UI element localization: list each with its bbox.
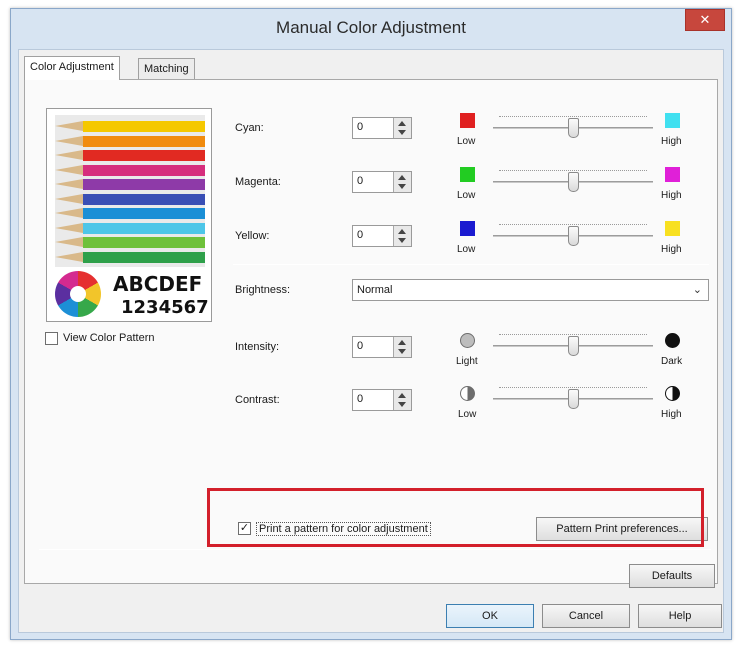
defaults-button[interactable]: Defaults (629, 564, 715, 588)
pencil (55, 135, 205, 147)
intensity-slider-thumb[interactable] (568, 336, 579, 356)
yellow-spin-arrows[interactable] (393, 226, 411, 246)
cyan-low-label: Low (457, 136, 476, 147)
pencils-illustration (55, 115, 205, 267)
contrast-high-icon (665, 386, 680, 401)
intensity-spinbox[interactable]: 0 (352, 336, 412, 358)
cyan-high-label: High (661, 136, 682, 147)
section-separator (233, 264, 709, 265)
help-button[interactable]: Help (638, 604, 722, 628)
contrast-spinbox[interactable]: 0 (352, 389, 412, 411)
chevron-down-icon: ⌄ (692, 284, 702, 296)
yellow-high-label: High (661, 244, 682, 255)
intensity-spin-arrows[interactable] (393, 337, 411, 357)
pencil (55, 193, 205, 205)
yellow-spinbox[interactable]: 0 (352, 225, 412, 247)
dark-circle-icon (665, 333, 680, 348)
cancel-button[interactable]: Cancel (542, 604, 630, 628)
bottom-separator (39, 549, 711, 550)
view-color-pattern-checkbox[interactable] (45, 332, 58, 345)
contrast-high-label: High (661, 409, 682, 420)
highlight-annotation-box (207, 488, 704, 547)
brightness-label: Brightness: (235, 284, 291, 296)
pencil (55, 251, 205, 263)
contrast-low-icon (460, 386, 475, 401)
light-circle-icon (460, 333, 475, 348)
intensity-value: 0 (357, 340, 364, 352)
pencil (55, 164, 205, 176)
blue-swatch-icon (460, 221, 475, 236)
tab-matching[interactable]: Matching (138, 58, 195, 80)
title-bar[interactable]: Manual Color Adjustment ✕ (11, 9, 731, 49)
cyan-slider-thumb[interactable] (568, 118, 579, 138)
view-color-pattern-label: View Color Pattern (63, 332, 155, 344)
pencil (55, 179, 205, 190)
magenta-high-label: High (661, 190, 682, 201)
pencil (55, 121, 205, 132)
intensity-high-label: Dark (661, 356, 683, 367)
magenta-spinbox[interactable]: 0 (352, 171, 412, 193)
color-preview-image: ABCDEF 1234567 (46, 108, 212, 322)
magenta-swatch-icon (665, 167, 680, 182)
dialog-title: Manual Color Adjustment (276, 18, 466, 37)
yellow-label: Yellow: (235, 230, 270, 242)
tab-color-adjustment[interactable]: Color Adjustment (24, 56, 120, 80)
red-swatch-icon (460, 113, 475, 128)
cyan-spin-arrows[interactable] (393, 118, 411, 138)
magenta-low-label: Low (457, 190, 476, 201)
pencil (55, 222, 205, 234)
intensity-low-label: Light (456, 356, 478, 367)
green-swatch-icon (460, 167, 475, 182)
brightness-value: Normal (357, 284, 393, 296)
preview-numbers: 1234567 (121, 297, 209, 318)
magenta-slider-thumb[interactable] (568, 172, 579, 192)
close-button[interactable]: ✕ (685, 9, 725, 31)
ok-button[interactable]: OK (446, 604, 534, 628)
pencil (55, 150, 205, 161)
brightness-dropdown[interactable]: Normal ⌄ (352, 279, 709, 301)
magenta-spin-arrows[interactable] (393, 172, 411, 192)
cyan-swatch-icon (665, 113, 680, 128)
contrast-slider-thumb[interactable] (568, 389, 579, 409)
preview-letters: ABCDEF (113, 272, 203, 296)
yellow-slider-thumb[interactable] (568, 226, 579, 246)
cyan-label: Cyan: (235, 122, 264, 134)
yellow-value: 0 (357, 229, 364, 241)
intensity-label: Intensity: (235, 341, 280, 353)
color-wheel-icon (55, 271, 101, 317)
pencil (55, 208, 205, 219)
yellow-swatch-icon (665, 221, 680, 236)
yellow-low-label: Low (457, 244, 476, 255)
cyan-spinbox[interactable]: 0 (352, 117, 412, 139)
magenta-value: 0 (357, 175, 364, 187)
cyan-value: 0 (357, 121, 364, 133)
magenta-label: Magenta: (235, 176, 281, 188)
contrast-label: Contrast: (235, 394, 280, 406)
contrast-spin-arrows[interactable] (393, 390, 411, 410)
contrast-value: 0 (357, 393, 364, 405)
pencil (55, 237, 205, 248)
contrast-low-label: Low (458, 409, 477, 420)
